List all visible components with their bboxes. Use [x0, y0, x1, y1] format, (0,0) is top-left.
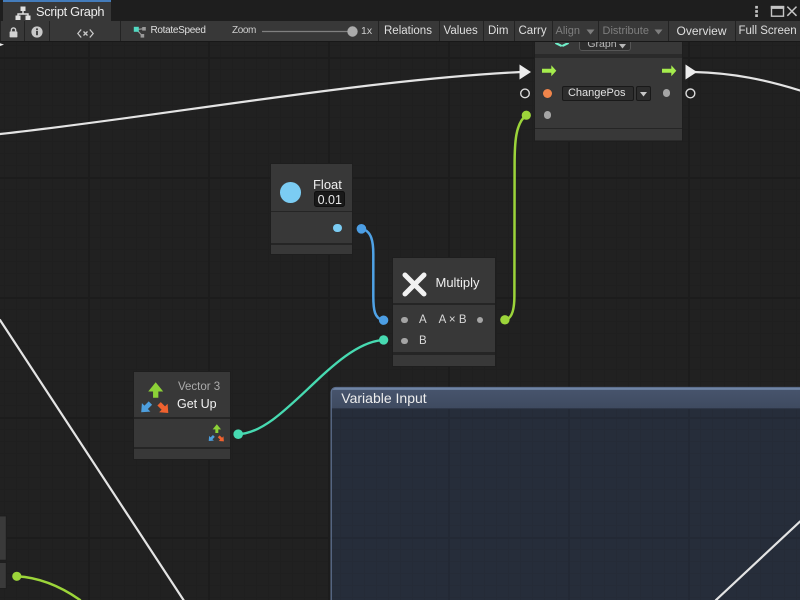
svg-text:Variable Input: Variable Input	[341, 390, 426, 406]
